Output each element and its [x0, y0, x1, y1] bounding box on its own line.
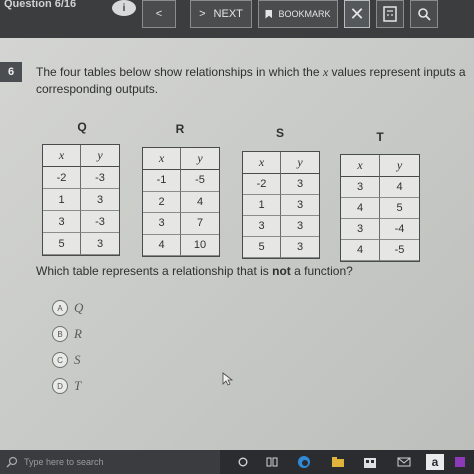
table-cell: 4	[380, 177, 419, 198]
table-cell: 3	[81, 233, 119, 255]
table-cell: 3	[341, 219, 380, 240]
mouse-pointer-icon	[222, 372, 234, 386]
bookmark-icon	[265, 9, 273, 19]
option-d[interactable]: D T	[52, 378, 81, 394]
top-toolbar: Question 6/16 i < > NEXT BOOKMARK ✕	[0, 0, 474, 38]
table-cell: 5	[380, 198, 419, 219]
option-c-label: S	[74, 352, 81, 367]
magnifier-icon	[418, 8, 431, 21]
zoom-button[interactable]	[410, 0, 438, 28]
bookmark-label: BOOKMARK	[278, 9, 331, 19]
table-q: x y -2 -3 1 3 3 -3 5 3	[42, 144, 120, 256]
file-explorer-icon[interactable]	[330, 454, 346, 470]
bookmark-button[interactable]: BOOKMARK	[258, 0, 338, 28]
table-cell: 5	[43, 233, 81, 255]
search-icon	[6, 456, 18, 468]
table-cell: 4	[341, 198, 380, 219]
table-cell: -3	[81, 167, 119, 189]
calculator-button[interactable]	[376, 0, 404, 28]
app-icon[interactable]	[452, 454, 468, 470]
option-b-label: R	[74, 326, 82, 341]
table-cell: -5	[380, 240, 419, 261]
table-t: x y 3 4 4 5 3 -4 4 -5	[340, 154, 420, 262]
mail-icon[interactable]	[396, 454, 412, 470]
option-d-label: T	[74, 378, 82, 393]
question-prompt: The four tables below show relationships…	[36, 64, 474, 98]
next-label: NEXT	[213, 8, 243, 20]
prev-button[interactable]: <	[142, 0, 176, 28]
table-cell: -1	[143, 170, 181, 192]
table-cell: 4	[143, 234, 181, 256]
table-r: x y -1 -5 2 4 3 7 4 10	[142, 147, 220, 257]
table-cell: -4	[380, 219, 419, 240]
table-cell: 3	[281, 216, 319, 237]
radio-c[interactable]: C	[52, 352, 68, 368]
amazon-icon[interactable]: a	[426, 454, 444, 470]
prompt-line-2: corresponding outputs.	[36, 82, 159, 96]
radio-d[interactable]: D	[52, 378, 68, 394]
radio-b[interactable]: B	[52, 326, 68, 342]
table-r-title: R	[175, 122, 185, 136]
table-cell: 1	[43, 189, 81, 211]
table-cell: 2	[143, 191, 181, 213]
table-cell: -2	[43, 167, 81, 189]
table-s-header-x: x	[243, 152, 281, 174]
os-taskbar: Type here to search a	[0, 450, 474, 474]
table-t-header-x: x	[341, 155, 380, 177]
close-button[interactable]: ✕	[344, 0, 370, 28]
radio-a[interactable]: A	[52, 300, 68, 316]
table-t-title: T	[376, 130, 384, 144]
table-s-header-y: y	[281, 152, 319, 174]
table-t-header-y: y	[380, 155, 419, 177]
cortana-icon[interactable]	[236, 454, 250, 470]
table-s: x y -2 3 1 3 3 3 5 3	[242, 151, 320, 259]
prompt-line-1: The four tables below show relationships…	[36, 65, 466, 79]
table-cell: 7	[181, 213, 219, 235]
table-cell: -5	[181, 170, 219, 192]
table-q-header-x: x	[43, 145, 81, 167]
table-cell: 10	[181, 235, 219, 256]
info-icon[interactable]: i	[112, 0, 136, 16]
store-icon[interactable]	[362, 454, 378, 470]
chevron-right-icon: >	[199, 8, 206, 20]
edge-browser-icon[interactable]	[296, 454, 312, 470]
table-cell: 3	[243, 216, 281, 237]
next-button[interactable]: > NEXT	[190, 0, 252, 28]
option-c[interactable]: C S	[52, 352, 81, 368]
question-page: 6 The four tables below show relationshi…	[0, 38, 474, 450]
table-cell: 3	[43, 211, 81, 233]
question-number-badge: 6	[0, 62, 22, 82]
question-text: Which table represents a relationship th…	[36, 264, 353, 278]
close-icon: ✕	[349, 3, 365, 24]
table-cell: -3	[81, 211, 119, 233]
table-cell: 4	[181, 192, 219, 213]
table-q-header-y: y	[81, 145, 119, 167]
table-r-header-y: y	[181, 148, 219, 170]
search-placeholder: Type here to search	[24, 457, 104, 467]
table-cell: 3	[143, 213, 181, 235]
table-cell: 3	[81, 189, 119, 211]
option-a-label: Q	[74, 300, 84, 315]
task-view-icon[interactable]	[264, 454, 280, 470]
table-cell: 3	[281, 195, 319, 216]
table-r-header-x: x	[143, 148, 181, 170]
table-q-title: Q	[77, 120, 87, 134]
table-cell: 4	[341, 240, 380, 261]
table-cell: -2	[243, 174, 281, 195]
table-s-title: S	[275, 126, 284, 140]
option-a[interactable]: A Q	[52, 300, 83, 316]
table-cell: 3	[281, 237, 319, 258]
table-cell: 5	[243, 237, 281, 258]
calculator-icon	[383, 6, 397, 22]
table-cell: 3	[341, 177, 380, 198]
table-cell: 1	[243, 195, 281, 216]
option-b[interactable]: B R	[52, 326, 82, 342]
table-cell: 3	[281, 174, 319, 195]
question-counter: Question 6/16	[4, 0, 77, 10]
chevron-left-icon: <	[155, 8, 163, 20]
taskbar-search[interactable]: Type here to search	[0, 450, 220, 474]
